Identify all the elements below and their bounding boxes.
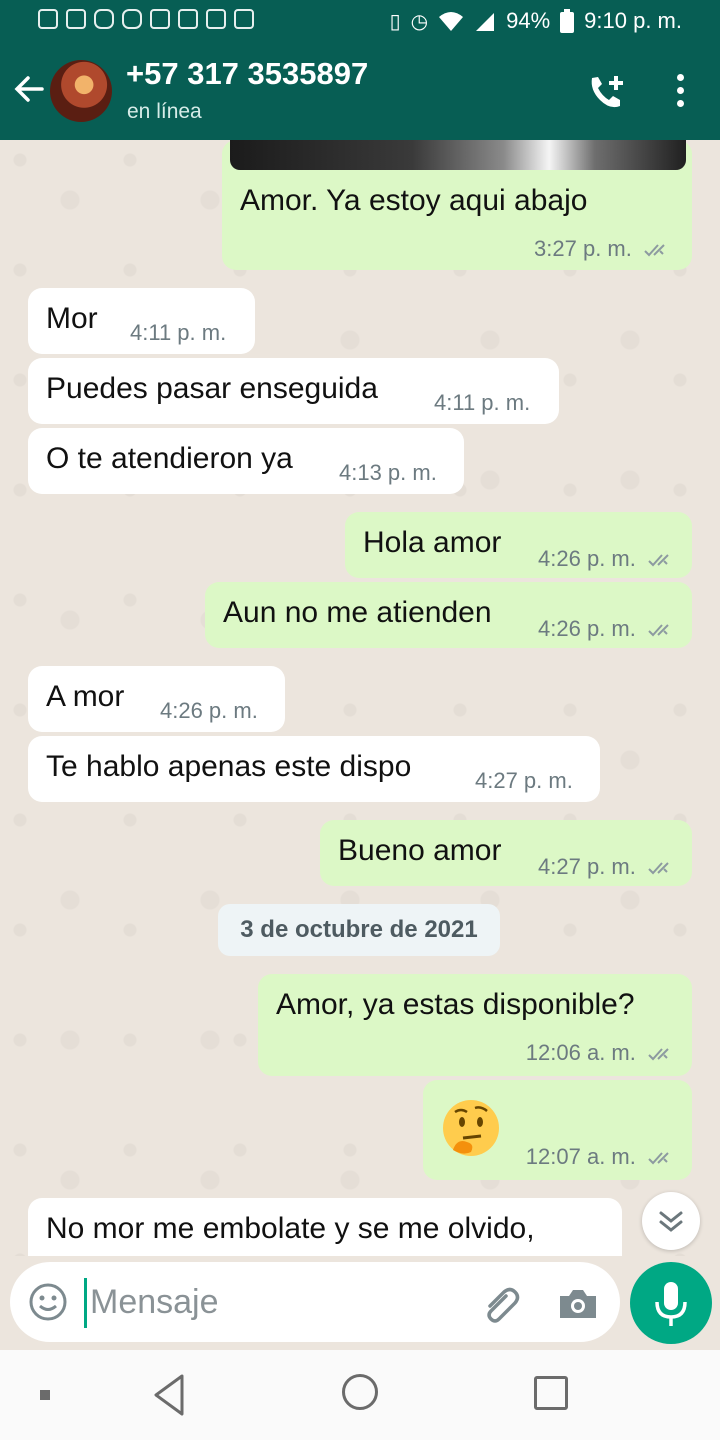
news-icon (206, 9, 226, 29)
status-indicators: ▯ ◷ 94% 9:10 p. m. (390, 8, 682, 34)
message-time: 4:13 p. m. (339, 460, 437, 485)
message-time: 12:07 a. m. (526, 1144, 678, 1170)
mic-icon (655, 1282, 687, 1326)
message-bubble-incoming[interactable]: Puedes pasar enseguida 4:11 p. m. (28, 358, 559, 424)
avatar[interactable] (50, 60, 112, 122)
clock: 9:10 p. m. (584, 8, 682, 33)
emoji-icon[interactable] (28, 1282, 68, 1322)
double-check-icon (648, 1152, 669, 1165)
message-bubble-outgoing[interactable]: 🤔 12:07 a. m. (423, 1080, 692, 1180)
double-check-icon (644, 244, 665, 257)
instagram-icon (122, 9, 142, 29)
battery-level: 94% (506, 8, 551, 33)
gmail-icon (150, 9, 170, 29)
more-vert-icon[interactable] (668, 74, 692, 114)
message-bubble-outgoing[interactable]: Aun no me atienden 4:26 p. m. (205, 582, 692, 648)
camera-icon[interactable] (556, 1282, 600, 1326)
message-text: Bueno amor (338, 834, 502, 867)
system-nav-bar (0, 1350, 720, 1440)
message-text: No mor me embolate y se me olvido, (46, 1212, 535, 1245)
message-bubble-outgoing[interactable]: Amor, ya estas disponible? 12:06 a. m. (258, 974, 692, 1076)
message-text: A mor (46, 680, 125, 713)
contact-name[interactable]: +57 317 3535897 (126, 56, 368, 92)
status-bar: ▯ ◷ 94% 9:10 p. m. (0, 0, 720, 44)
message-text: Aun no me atienden (223, 596, 492, 629)
signal-icon (476, 13, 495, 31)
scroll-to-bottom-button[interactable] (642, 1192, 700, 1250)
date-separator: 3 de octubre de 2021 (218, 904, 500, 956)
battery-icon (560, 9, 575, 33)
text-cursor (84, 1278, 87, 1328)
voice-record-button[interactable] (630, 1262, 712, 1344)
message-bubble-incoming[interactable]: Mor 4:11 p. m. (28, 288, 255, 354)
double-check-icon (648, 554, 669, 567)
thinking-face-emoji (443, 1100, 499, 1156)
message-bubble-incoming[interactable]: Te hablo apenas este dispo 4:27 p. m. (28, 736, 600, 802)
message-input[interactable] (90, 1272, 470, 1332)
message-text: Puedes pasar enseguida (46, 372, 378, 405)
message-bubble-incoming[interactable]: A mor 4:26 p. m. (28, 666, 285, 732)
chat-header: +57 317 3535897 en línea (0, 44, 720, 140)
message-bubble-outgoing[interactable]: Bueno amor 4:27 p. m. (320, 820, 692, 886)
message-time: 3:27 p. m. (534, 236, 674, 262)
message-time: 4:11 p. m. (130, 320, 227, 345)
app-icon (178, 9, 198, 29)
message-bubble-outgoing[interactable]: Amor. Ya estoy aqui abajo 3:27 p. m. (222, 140, 692, 270)
calendar-icon (234, 9, 254, 29)
vibrate-icon: ▯ (389, 10, 401, 33)
message-text: Te hablo apenas este dispo (46, 750, 412, 783)
message-text: O te atendieron ya (46, 442, 293, 475)
message-text: Amor. Ya estoy aqui abajo (240, 184, 588, 217)
message-bubble-outgoing[interactable]: Hola amor 4:26 p. m. (345, 512, 692, 578)
contact-status: en línea (127, 100, 202, 123)
message-bubble-incoming[interactable]: O te atendieron ya 4:13 p. m. (28, 428, 464, 494)
message-time: 4:26 p. m. (538, 546, 678, 572)
double-check-icon (648, 1048, 669, 1061)
message-text: Amor, ya estas disponible? (276, 988, 635, 1021)
message-time: 4:26 p. m. (538, 616, 678, 642)
notification-icons (38, 9, 254, 29)
paperclip-icon[interactable] (480, 1282, 524, 1326)
message-time: 4:27 p. m. (475, 768, 573, 793)
instagram-icon (94, 9, 114, 29)
back-triangle-icon[interactable] (150, 1372, 190, 1418)
message-text: Mor (46, 302, 98, 335)
recents-square-icon[interactable] (534, 1376, 568, 1410)
arrow-left-icon[interactable] (12, 72, 46, 106)
square-dot-icon[interactable] (40, 1390, 50, 1400)
home-circle-icon[interactable] (342, 1374, 378, 1410)
message-composer (10, 1262, 620, 1342)
message-bubble-incoming[interactable]: No mor me embolate y se me olvido, (28, 1198, 622, 1256)
message-text: Hola amor (363, 526, 502, 559)
message-time: 4:27 p. m. (538, 854, 678, 880)
alarm-icon: ◷ (410, 10, 429, 33)
message-time: 12:06 a. m. (526, 1040, 678, 1066)
wifi-icon (439, 12, 464, 31)
double-check-icon (648, 862, 669, 875)
double-check-icon (648, 624, 669, 637)
add-call-icon[interactable] (586, 72, 628, 112)
message-list[interactable]: Amor. Ya estoy aqui abajo 3:27 p. m. Mor… (0, 140, 720, 1256)
screenshot-icon (38, 9, 58, 29)
message-time: 4:26 p. m. (160, 698, 258, 723)
image-thumbnail[interactable] (230, 140, 686, 170)
message-time: 4:11 p. m. (434, 390, 531, 415)
double-chevron-down-icon (659, 1211, 683, 1232)
gallery-icon (66, 9, 86, 29)
